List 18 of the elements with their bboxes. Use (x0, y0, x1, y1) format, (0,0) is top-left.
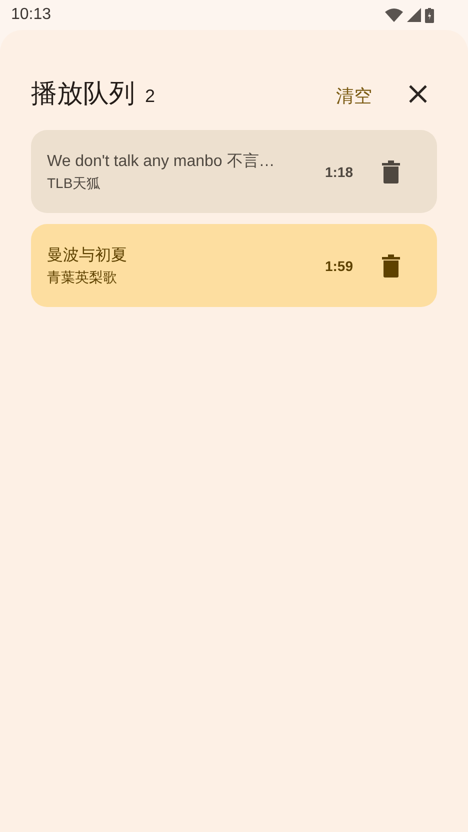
song-title: 曼波与初夏 (47, 246, 128, 266)
queue-item[interactable]: 曼波与初夏 青葉英梨歌 1:59 (31, 224, 437, 307)
duration: 1:18 (324, 164, 353, 180)
queue-item[interactable]: We don't talk any manbo 不言… TLB天狐 1:18 (31, 130, 437, 213)
song-title: We don't talk any manbo 不言… (47, 152, 276, 172)
delete-icon[interactable] (381, 254, 401, 278)
clear-button[interactable]: 清空 (332, 80, 376, 112)
wifi-icon (385, 8, 403, 22)
delete-icon[interactable] (381, 160, 401, 184)
sheet-title: 播放队列 (31, 77, 135, 110)
artist-name: 青葉英梨歌 (47, 268, 118, 286)
close-icon[interactable] (408, 84, 428, 104)
artist-name: TLB天狐 (47, 174, 102, 192)
queue-count: 2 (145, 86, 156, 107)
status-time: 10:13 (11, 6, 52, 24)
duration: 1:59 (324, 258, 353, 274)
signal-icon (407, 8, 421, 22)
battery-icon (425, 8, 434, 22)
